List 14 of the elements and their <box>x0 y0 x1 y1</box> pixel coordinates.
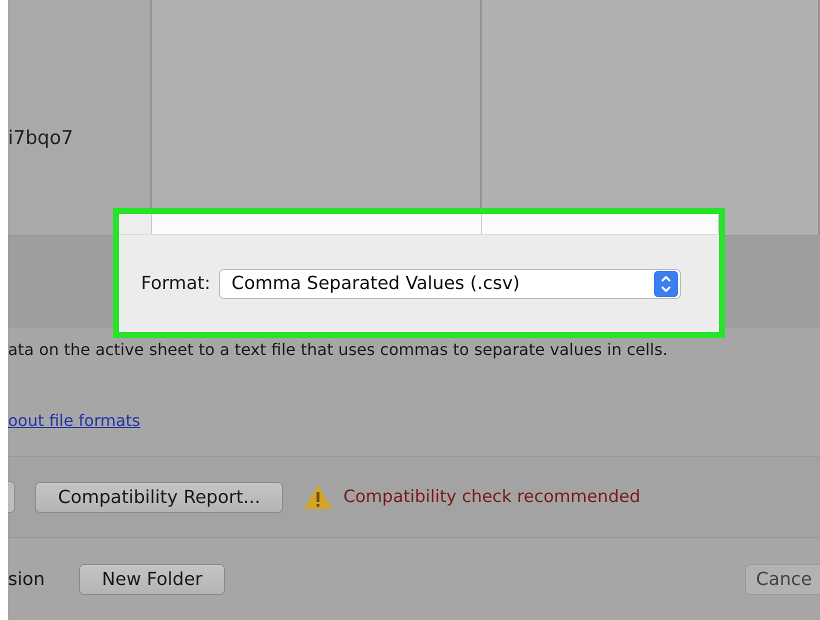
file-formats-link[interactable]: oout file formats <box>8 411 140 430</box>
list-cell <box>119 214 152 234</box>
compatibility-warning: Compatibility check recommended <box>343 487 640 507</box>
file-name[interactable]: i7bqo7 <box>8 126 74 148</box>
format-label: Format: <box>141 273 210 294</box>
button-edge[interactable] <box>8 481 15 513</box>
option-label: sion <box>8 568 45 590</box>
format-description: ata on the active sheet to a text file that uses commas to separate values in cells. <box>8 339 669 359</box>
compatibility-report-button[interactable]: Compatibility Report... <box>35 482 284 512</box>
cancel-button[interactable]: Cance <box>745 564 820 594</box>
new-folder-button[interactable]: New Folder <box>78 564 226 594</box>
warning-icon <box>303 484 334 510</box>
stepper-icon <box>654 270 678 296</box>
format-dropdown[interactable]: Comma Separated Values (.csv) <box>218 268 680 298</box>
